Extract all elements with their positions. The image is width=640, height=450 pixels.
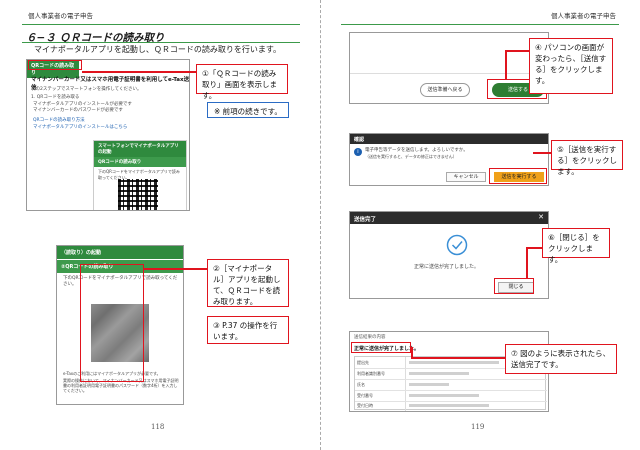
result-header: 送信結果の内容 [354, 335, 386, 340]
note-continued: ※ 前項の続きです。 [207, 102, 289, 118]
callout-7: ⑦ 図のように表示されたら、送信完了です。 [505, 344, 617, 374]
qr-code-image [118, 179, 158, 210]
redacted-value [409, 383, 449, 386]
leader-line [144, 268, 208, 270]
right-page: 個人事業者の電子申告 送信準備へ戻る 送信する ④ パソコンの画面が変わったら、… [321, 0, 640, 450]
leader-line [82, 71, 196, 73]
page-header: 個人事業者の電子申告 [551, 12, 616, 20]
redacted-value [409, 372, 469, 375]
header-rule [341, 24, 619, 25]
leader-line [526, 247, 528, 279]
redacted-value [409, 361, 499, 364]
row-label: 提出先 [357, 360, 369, 365]
section-subtitle: マイナポータルアプリを起動し、ＱＲコードの読み取りを行います。 [34, 45, 282, 54]
row-label: 利用者識別番号 [357, 371, 385, 376]
qr-screen-shot: QRコードの読み取り マイナンバーカード又はスマホ用電子証明書を利用してe-Ta… [26, 59, 190, 211]
left-page: 個人事業者の電子申告 ６−３ ＱＲコードの読み取り マイナポータルアプリを起動し… [0, 0, 320, 450]
leader-line [533, 152, 551, 154]
dialog-sub: （送信を実行すると、データの修正はできません） [365, 154, 457, 159]
row-label: 受付日時 [357, 403, 373, 408]
panel-subtitle: QRコードの読み取り [94, 157, 186, 167]
check-circle-icon [446, 234, 468, 256]
redacted-value [409, 394, 479, 397]
callout-6: ⑥［閉じる］をクリックします。 [542, 228, 610, 264]
shot-link[interactable]: QRコードの読み取り方法 [33, 118, 85, 124]
highlight-box [28, 60, 82, 70]
leader-line [411, 357, 505, 359]
back-button[interactable]: 送信準備へ戻る [420, 83, 470, 97]
callout-3: ③ P.37 の操作を行います。 [207, 316, 289, 344]
panel-title: スマートフォンでマイナポータルアプリの起動 [94, 141, 186, 157]
shot-line: 次の2ステップでスマートフォンを操作してください。 [31, 87, 142, 92]
info-icon: i [354, 148, 362, 156]
page-number: 118 [151, 423, 165, 431]
shot-link[interactable]: マイナポータルアプリのインストールはこちら [33, 125, 127, 131]
callout-1: ①「ＱＲコードの読み取り」画面を表示します。 [196, 64, 288, 100]
shot-note: マイナンバーカードのパスワードが必要です [33, 108, 123, 113]
page-header: 個人事業者の電子申告 [28, 12, 93, 20]
highlight-box [494, 278, 534, 294]
callout-2: ②［マイナポータル］アプリを起動して、ＱＲコードを読み取ります。 [207, 259, 289, 307]
row-label: 受付番号 [357, 393, 373, 398]
callout-5: ⑤［送信を実行する］をクリックします。 [551, 140, 623, 176]
row-label: 氏名 [357, 382, 365, 387]
callout-4: ④ パソコンの画面が変わったら、［送信する］をクリックします。 [529, 38, 613, 94]
redacted-value [409, 404, 489, 407]
complete-message: 正常に送信が完了しました。 [414, 264, 480, 270]
highlight-box [80, 264, 144, 382]
highlight-box [351, 342, 411, 353]
leader-line [526, 247, 542, 249]
leader-line [411, 347, 413, 357]
close-icon[interactable]: ✕ [538, 213, 544, 221]
shot-line: 1. QRコードを読み取る [31, 95, 80, 100]
leader-line [505, 50, 529, 52]
cancel-button[interactable]: キャンセル [446, 172, 486, 182]
header-rule [22, 24, 300, 25]
dialog-title: 確認 [350, 134, 548, 144]
shot-top-label: （読取り）の起動 [57, 246, 183, 259]
page-number: 119 [471, 423, 485, 431]
qr-panel: スマートフォンでマイナポータルアプリの起動 QRコードの読み取り 下のQRコード… [93, 140, 187, 210]
leader-line [505, 50, 507, 80]
title-rule [22, 42, 300, 43]
highlight-box [489, 168, 547, 184]
dialog-title: 送信完了 [350, 212, 548, 224]
